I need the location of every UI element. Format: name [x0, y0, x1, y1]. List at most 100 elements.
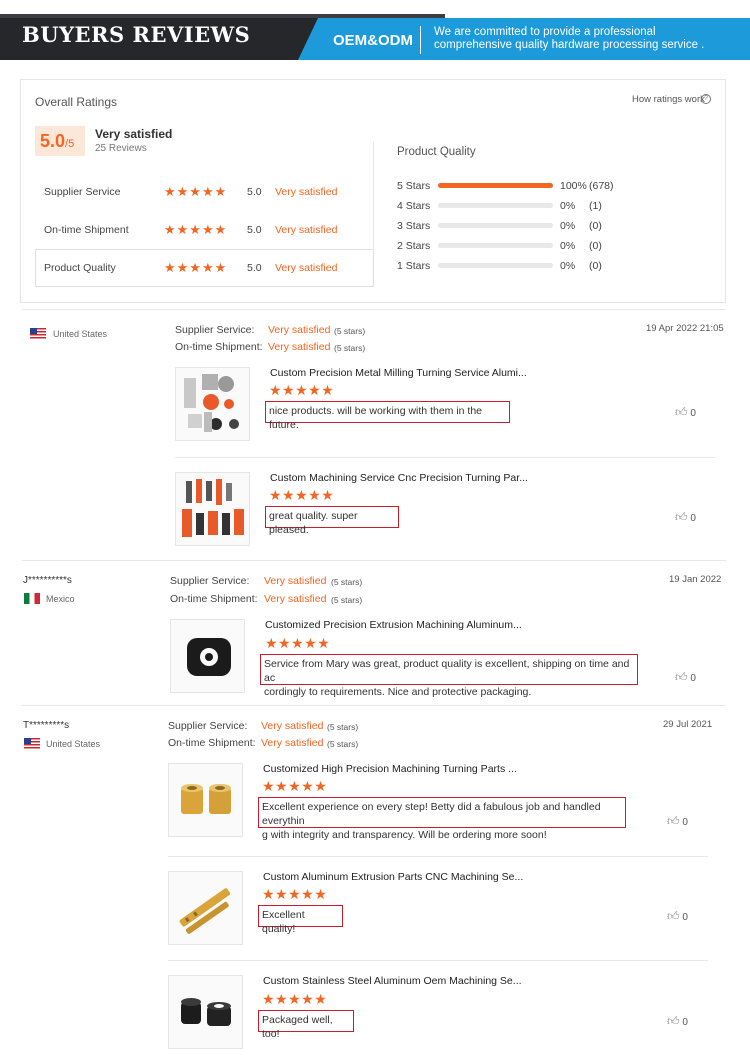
review-date: 29 Jul 2021	[663, 719, 713, 730]
review-date: 19 Apr 2022 21:05	[646, 323, 724, 334]
how-ratings-work-link[interactable]: How ratings work	[632, 94, 705, 105]
overall-ratings-title: Overall Ratings	[35, 95, 118, 109]
reviewer-country: Mexico	[46, 594, 75, 604]
rating-bar-fill	[438, 183, 553, 188]
shipment-stars: (5 stars)	[334, 343, 366, 353]
supplier-service-stars: (5 stars)	[331, 577, 363, 587]
product-stars: ★★★★★	[269, 487, 335, 503]
review-comment: Service from Mary was great, product qua…	[260, 654, 638, 698]
help-icon[interactable]: ?	[701, 94, 711, 104]
rating-bar-track	[438, 243, 553, 248]
product-stars: ★★★★★	[262, 886, 328, 902]
category-stars: ★★★★★	[164, 260, 228, 275]
category-satisfaction: Very satisfied	[275, 224, 338, 236]
rating-count: (0)	[589, 220, 602, 232]
product-thumbnail[interactable]	[168, 975, 243, 1049]
thumbs-up-icon: 👍︎	[675, 405, 688, 419]
review-separator	[22, 705, 726, 706]
item-separator	[168, 856, 708, 857]
reviewer-country: United States	[46, 739, 101, 749]
supplier-service-value: Very satisfied	[261, 720, 324, 732]
like-button[interactable]: 👍︎ 0	[675, 670, 696, 685]
reviewer-country: United States	[53, 329, 108, 339]
review-comment: Excellent quality!	[258, 905, 343, 935]
rating-count: (1)	[589, 200, 602, 212]
review-comment: Excellent experience on every step! Bett…	[258, 797, 626, 841]
supplier-service-label: Supplier Service:	[168, 720, 248, 732]
product-thumbnail[interactable]	[168, 763, 243, 837]
shipment-value: Very satisfied	[261, 737, 324, 749]
rating-bar-track	[438, 183, 553, 188]
rating-bar-track	[438, 203, 553, 208]
product-title-link[interactable]: Customized Precision Extrusion Machining…	[265, 619, 522, 631]
rating-percent: 0%	[560, 260, 576, 272]
us-flag-icon	[24, 738, 40, 749]
product-title-link[interactable]: Custom Stainless Steel Aluminum Oem Mach…	[263, 975, 522, 987]
rating-percent: 0%	[560, 200, 576, 212]
supplier-service-value: Very satisfied	[268, 324, 331, 336]
supplier-service-stars: (5 stars)	[334, 326, 366, 336]
shipment-label: On-time Shipment:	[175, 341, 263, 353]
star-level-label: 3 Stars	[397, 220, 431, 232]
shipment-value: Very satisfied	[268, 341, 331, 353]
category-satisfaction: Very satisfied	[275, 186, 338, 198]
review-comment: nice products. will be working with them…	[265, 401, 510, 431]
thumbs-up-icon: 👍︎	[675, 510, 688, 524]
product-thumbnail[interactable]	[168, 871, 243, 945]
product-title-link[interactable]: Customized High Precision Machining Turn…	[263, 763, 517, 775]
thumbs-up-icon: 👍︎	[667, 814, 680, 828]
review-comment: great quality. super pleased.	[265, 506, 399, 536]
supplier-service-stars: (5 stars)	[327, 722, 359, 732]
like-button[interactable]: 👍︎ 0	[675, 405, 696, 420]
like-button[interactable]: 👍︎ 0	[675, 510, 696, 525]
mexico-flag-icon	[24, 593, 40, 604]
item-separator	[168, 960, 708, 961]
like-button[interactable]: 👍︎ 0	[667, 909, 688, 924]
star-level-label: 2 Stars	[397, 240, 431, 252]
rating-count: (0)	[589, 240, 602, 252]
reviewer-name: J**********s	[23, 575, 72, 586]
product-thumbnail[interactable]	[175, 472, 250, 546]
shipment-stars: (5 stars)	[327, 739, 359, 749]
review-separator	[22, 560, 726, 561]
like-button[interactable]: 👍︎ 0	[667, 1014, 688, 1029]
review-comment-line: Service from Mary was great, product qua…	[264, 658, 630, 684]
thumbs-up-icon: 👍︎	[667, 909, 680, 923]
review-date: 19 Jan 2022	[669, 574, 722, 585]
category-label: Supplier Service	[44, 186, 121, 198]
product-stars: ★★★★★	[262, 991, 328, 1007]
product-title-link[interactable]: Custom Machining Service Cnc Precision T…	[270, 472, 528, 484]
shipment-label: On-time Shipment:	[168, 737, 256, 749]
rating-bar-track	[438, 263, 553, 268]
review-comment-line: cordingly to requirements. Nice and prot…	[264, 686, 532, 698]
review-comment: Packaged well, too!	[258, 1010, 354, 1040]
rating-bar-track	[438, 223, 553, 228]
review-separator	[22, 309, 726, 310]
product-stars: ★★★★★	[262, 778, 328, 794]
category-label: On-time Shipment	[44, 224, 129, 236]
star-level-label: 5 Stars	[397, 180, 431, 192]
shipment-stars: (5 stars)	[331, 595, 363, 605]
review-comment-line: g with integrity and transparency. Will …	[262, 829, 547, 841]
star-level-label: 4 Stars	[397, 200, 431, 212]
product-title-link[interactable]: Custom Aluminum Extrusion Parts CNC Mach…	[263, 871, 523, 883]
product-title-link[interactable]: Custom Precision Metal Milling Turning S…	[270, 367, 527, 379]
banner-description: We are committed to provide a profession…	[434, 26, 705, 51]
thumbs-up-icon: 👍︎	[675, 670, 688, 684]
overall-score: 5.0/5	[40, 131, 75, 151]
banner-top-strip	[0, 14, 445, 18]
like-button[interactable]: 👍︎ 0	[667, 814, 688, 829]
star-level-label: 1 Stars	[397, 260, 431, 272]
thumbs-up-icon: 👍︎	[667, 1014, 680, 1028]
product-quality-title: Product Quality	[397, 146, 476, 158]
shipment-label: On-time Shipment:	[170, 593, 258, 605]
supplier-service-label: Supplier Service:	[170, 575, 250, 587]
product-thumbnail[interactable]	[175, 367, 250, 441]
category-stars: ★★★★★	[164, 222, 228, 237]
supplier-service-value: Very satisfied	[264, 575, 327, 587]
product-thumbnail[interactable]	[170, 619, 245, 693]
category-satisfaction: Very satisfied	[275, 262, 338, 274]
us-flag-icon	[30, 328, 46, 339]
product-stars: ★★★★★	[265, 635, 331, 651]
category-label: Product Quality	[44, 262, 116, 274]
